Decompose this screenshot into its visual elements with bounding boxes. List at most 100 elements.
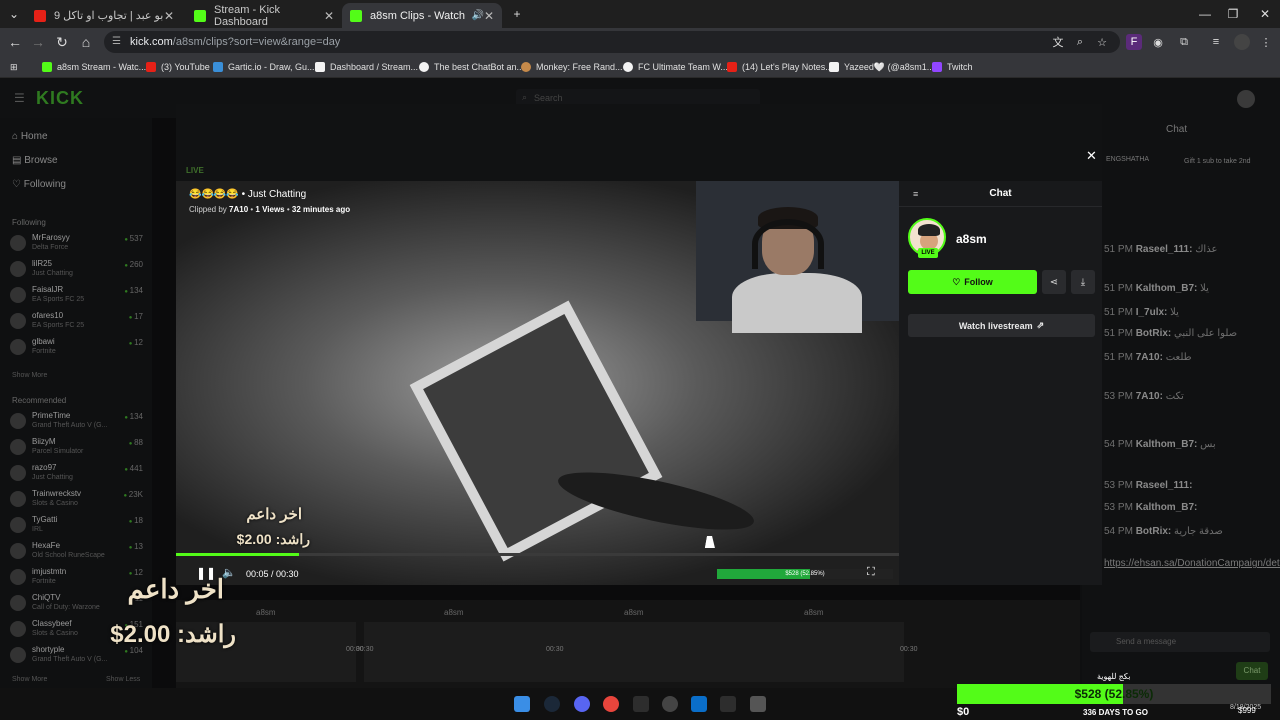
- volume-icon[interactable]: 🔈: [222, 566, 236, 579]
- channel-row[interactable]: HexaFe Old School RuneScape 13: [10, 540, 145, 566]
- chat-user[interactable]: BotRix:: [1136, 526, 1172, 537]
- chat-user[interactable]: 7A10:: [1136, 391, 1163, 402]
- apps-icon[interactable]: ⊞: [10, 60, 18, 74]
- video-progress-bar[interactable]: [176, 553, 899, 556]
- zoom-icon[interactable]: ⌕: [1072, 34, 1088, 50]
- app-icon[interactable]: [662, 696, 678, 712]
- translate-icon[interactable]: 文: [1050, 34, 1066, 50]
- donation-goal-days: 336 DAYS TO GO: [1083, 708, 1148, 717]
- chat-send-button[interactable]: Chat: [1236, 662, 1268, 680]
- bookmark-2[interactable]: (3) YouTube: [146, 60, 210, 74]
- bookmark-4[interactable]: Dashboard / Stream...: [315, 60, 418, 74]
- bookmark-6[interactable]: Monkey: Free Rand...: [521, 60, 623, 74]
- close-icon[interactable]: ✕: [164, 9, 174, 23]
- maximize-button[interactable]: ❐: [1216, 0, 1250, 28]
- chat-message-input[interactable]: Send a message: [1090, 632, 1270, 652]
- hamburger-icon[interactable]: ☰: [14, 91, 25, 105]
- channel-row[interactable]: razo97 Just Chatting 441: [10, 462, 145, 488]
- clipper-name[interactable]: 7A10: [229, 205, 248, 214]
- bookmark-7[interactable]: FC Ultimate Team W...: [623, 60, 728, 74]
- sidebar-item-home[interactable]: ⌂ Home: [12, 131, 48, 142]
- channel-row[interactable]: Trainwreckstv Slots & Casino 23K: [10, 488, 145, 514]
- clip-thumbnail[interactable]: a8sm 00:30: [356, 608, 544, 682]
- kick-logo[interactable]: KICK: [36, 88, 84, 109]
- menu-icon[interactable]: ⋮: [1258, 34, 1274, 50]
- bookmark-1[interactable]: a8sm Stream - Watc...: [42, 60, 146, 74]
- bookmark-3[interactable]: Gartic.io - Draw, Gu...: [213, 60, 315, 74]
- discord-icon[interactable]: [574, 696, 590, 712]
- home-button[interactable]: ⌂: [76, 32, 96, 52]
- tab-search-icon[interactable]: ⌄: [2, 0, 26, 28]
- channel-row[interactable]: MrFarosyy Delta Force 537: [10, 232, 145, 258]
- home-icon: ⌂: [12, 131, 21, 142]
- clip-video[interactable]: [176, 181, 899, 585]
- chat-user[interactable]: Kalthom_B7:: [1136, 283, 1198, 294]
- sidebar-item-following[interactable]: ♡ Following: [12, 179, 66, 190]
- media-controls-icon[interactable]: ≡: [1208, 34, 1224, 50]
- channel-row[interactable]: BiizyM Parcel Simulator 88: [10, 436, 145, 462]
- show-more-link[interactable]: Show More: [12, 372, 47, 379]
- tab-youtube[interactable]: مع ابو عبد | تجاوب او تاكل 9# ✕: [26, 3, 182, 28]
- chat-message: بس: [1200, 439, 1216, 450]
- close-icon[interactable]: ✕: [1086, 148, 1097, 164]
- steam-icon[interactable]: [544, 696, 560, 712]
- chat-user[interactable]: 7A10:: [1136, 352, 1163, 363]
- extensions-puzzle-icon[interactable]: ⧉: [1176, 34, 1192, 50]
- user-avatar[interactable]: [1237, 90, 1255, 108]
- donation-link[interactable]: https://ehsan.sa/DonationCampaign/detail…: [1104, 558, 1280, 569]
- chat-user[interactable]: I_7ulx:: [1136, 307, 1168, 318]
- show-more-link[interactable]: Show More: [12, 676, 47, 683]
- tab-kick-dashboard[interactable]: Stream - Kick Dashboard ✕: [186, 3, 342, 28]
- share-button[interactable]: ⋖: [1042, 270, 1066, 294]
- forward-button[interactable]: →: [28, 32, 48, 52]
- clip-thumbnail[interactable]: a8sm 00:30: [544, 608, 724, 682]
- channel-row[interactable]: lilR25 Just Chatting 260: [10, 258, 145, 284]
- xbox-icon[interactable]: [720, 696, 736, 712]
- chat-user[interactable]: Raseel_111:: [1136, 244, 1193, 255]
- clip-thumbnail[interactable]: a8sm 00:30: [724, 608, 918, 682]
- speaker-icon[interactable]: 🔊: [471, 10, 483, 21]
- back-button[interactable]: ←: [5, 32, 25, 52]
- obs-icon[interactable]: [633, 696, 649, 712]
- chrome-icon[interactable]: [603, 696, 619, 712]
- close-icon[interactable]: ✕: [324, 9, 334, 23]
- chat-user[interactable]: BotRix:: [1136, 328, 1172, 339]
- tab-a8sm-clips[interactable]: a8sm Clips - Watch Live on 🔊 ✕: [342, 3, 502, 28]
- youtube-icon: [34, 9, 46, 22]
- chat-user[interactable]: Kalthom_B7:: [1136, 502, 1198, 513]
- bookmark-8[interactable]: (14) Let's Play Notes...: [727, 60, 833, 74]
- sidebar-item-browse[interactable]: ▤ Browse: [12, 155, 58, 166]
- follow-button[interactable]: ♡ Follow: [908, 270, 1037, 294]
- channel-row[interactable]: ofares10 EA Sports FC 25 17: [10, 310, 145, 336]
- edge-icon[interactable]: [691, 696, 707, 712]
- extension-icon[interactable]: ◉: [1150, 34, 1166, 50]
- profile-avatar[interactable]: [1234, 34, 1250, 50]
- bookmark-5[interactable]: The best ChatBot an...: [419, 60, 524, 74]
- extension-f-icon[interactable]: F: [1126, 34, 1142, 50]
- channel-name[interactable]: a8sm: [956, 232, 987, 246]
- explorer-icon[interactable]: [750, 696, 766, 712]
- bookmark-10[interactable]: Twitch: [932, 60, 973, 74]
- address-bar[interactable]: ☰ kick.com/a8sm/clips?sort=view&range=da…: [104, 31, 1120, 53]
- watch-livestream-button[interactable]: Watch livestream ⇗: [908, 314, 1095, 337]
- panel-menu-icon[interactable]: ≡: [913, 189, 918, 199]
- bookmark-9[interactable]: Yazeed🤍 (@a8sm1...: [829, 60, 934, 74]
- close-icon[interactable]: ✕: [484, 9, 494, 23]
- new-tab-button[interactable]: +: [500, 0, 534, 28]
- site-info-icon[interactable]: ☰: [112, 36, 121, 47]
- chat-user[interactable]: Kalthom_B7:: [1136, 439, 1198, 450]
- clip-age: 32 minutes ago: [291, 205, 351, 214]
- channel-row[interactable]: TyGatti IRL 18: [10, 514, 145, 540]
- show-less-link[interactable]: Show Less: [106, 676, 140, 683]
- download-button[interactable]: ⤓: [1071, 270, 1095, 294]
- reload-button[interactable]: ↻: [52, 32, 72, 52]
- channel-row[interactable]: glbawi Fortnite 12: [10, 336, 145, 362]
- chat-line: 51 PM Kalthom_B7: يلا: [1104, 283, 1209, 294]
- channel-row[interactable]: PrimeTime Grand Theft Auto V (G... 134: [10, 410, 145, 436]
- bookmark-star-icon[interactable]: ☆: [1094, 34, 1110, 50]
- fullscreen-icon[interactable]: ⛶: [867, 566, 875, 579]
- windows-start-icon[interactable]: [514, 696, 530, 712]
- channel-row[interactable]: FaisalJR EA Sports FC 25 134: [10, 284, 145, 310]
- chat-user[interactable]: Raseel_111:: [1136, 480, 1193, 491]
- close-window-button[interactable]: ✕: [1248, 0, 1280, 28]
